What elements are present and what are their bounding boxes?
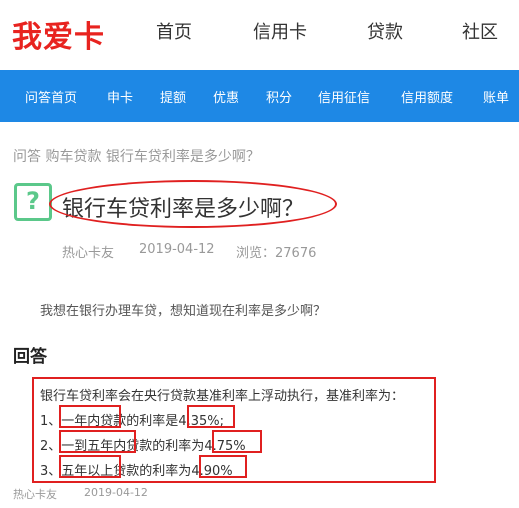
question-mark-glyph: ? — [26, 187, 40, 215]
term-highlight-box — [59, 405, 121, 428]
nav-credit-card[interactable]: 信用卡 — [253, 18, 307, 44]
title-highlight-ellipse — [49, 180, 337, 228]
answer-text: 贷款的利率为 — [126, 439, 205, 454]
subnav-credit-limit[interactable]: 信用额度 — [401, 87, 453, 106]
top-header: 我爱卡 首页 信用卡 贷款 社区 — [0, 0, 519, 70]
subnav-qa-home[interactable]: 问答首页 — [25, 87, 77, 106]
site-logo[interactable]: 我爱卡 — [12, 12, 105, 56]
subnav-credit-report[interactable]: 信用征信 — [318, 87, 370, 106]
question-date: 2019-04-12 — [139, 242, 215, 257]
question-views: 浏览：27676 — [236, 246, 317, 261]
nav-home[interactable]: 首页 — [156, 18, 192, 44]
subnav-bill[interactable]: 账单 — [483, 87, 509, 106]
rate-highlight-box — [199, 455, 247, 478]
rate-highlight-box — [187, 405, 235, 428]
breadcrumb[interactable]: 问答 购车贷款 银行车贷利率是多少啊？ — [13, 146, 260, 166]
sub-navigation: 问答首页 申卡 提额 优惠 积分 信用征信 信用额度 账单 — [0, 70, 519, 122]
subnav-apply-card[interactable]: 申卡 — [107, 87, 133, 106]
answer-date: 2019-04-12 — [84, 486, 148, 499]
question-author[interactable]: 热心卡友 — [62, 242, 114, 261]
answer-intro: 银行车贷利率会在央行贷款基准利率上浮动执行，基准利率为： — [40, 389, 405, 404]
term-highlight-box — [59, 455, 121, 478]
question-body: 我想在银行办理车贷，想知道现在利率是多少啊？ — [40, 304, 327, 319]
nav-loans[interactable]: 贷款 — [367, 18, 403, 44]
nav-community[interactable]: 社区 — [462, 18, 498, 44]
question-mark-icon: ? — [14, 183, 52, 221]
rate-highlight-box — [212, 430, 262, 453]
subnav-offers[interactable]: 优惠 — [213, 87, 239, 106]
subnav-raise-limit[interactable]: 提额 — [160, 87, 186, 106]
answer-heading: 回答 — [13, 347, 47, 367]
subnav-points[interactable]: 积分 — [266, 87, 292, 106]
answer-text: 贷款的利率为 — [113, 464, 192, 479]
term-highlight-box — [59, 430, 136, 453]
answer-author[interactable]: 热心卡友 — [13, 486, 57, 502]
